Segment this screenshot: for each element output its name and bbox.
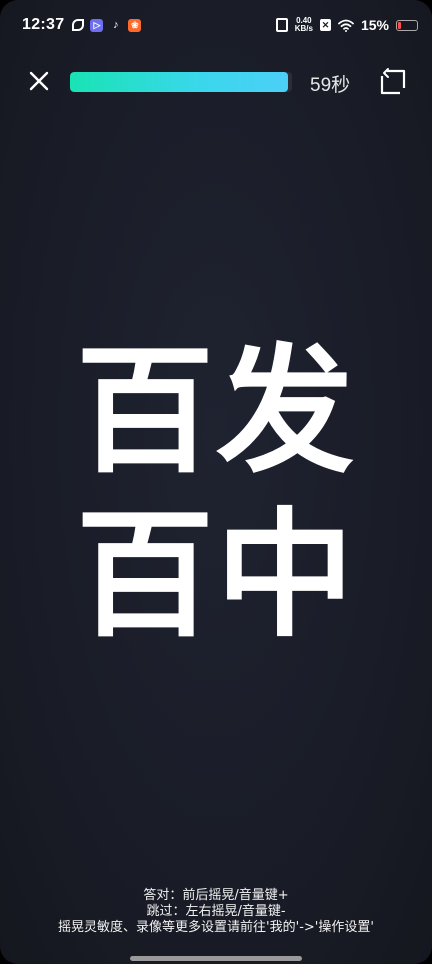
status-time: 12:37	[22, 16, 65, 33]
notification-icons: ▷ ♪ ❀	[72, 18, 142, 32]
hint-correct: 答对：前后摇晃/音量键+	[143, 888, 289, 903]
home-indicator[interactable]	[130, 956, 302, 961]
countdown-timer: 59秒	[310, 75, 351, 96]
hint-skip: 跳过：左右摇晃/音量键-	[146, 904, 286, 919]
time-progress-fill	[70, 72, 288, 92]
time-progress-bar	[70, 72, 292, 92]
guess-word-line-1: 百发	[75, 331, 356, 492]
status-bar: 12:37 ▷ ♪ ❀ 0.40 KB/s ✕ 15%	[0, 0, 432, 50]
play-icon: ▷	[90, 18, 104, 32]
game-screen: 12:37 ▷ ♪ ❀ 0.40 KB/s ✕ 15% 59秒 百发 百中 答对…	[0, 0, 432, 964]
battery-level	[398, 21, 401, 29]
guess-word: 百发 百中	[0, 330, 432, 658]
control-hints: 答对：前后摇晃/音量键+ 跳过：左右摇晃/音量键- 摇晃灵敏度、录像等更多设置请…	[0, 888, 432, 936]
wifi-icon	[338, 19, 354, 32]
network-speed-unit: KB/s	[294, 24, 313, 33]
battery-icon	[396, 19, 418, 31]
red-app-icon: ❀	[128, 18, 142, 32]
rotate-icon	[380, 68, 406, 95]
tiktok-icon: ♪	[113, 19, 119, 31]
vibrate-icon	[275, 18, 288, 32]
rotate-screen-button[interactable]	[378, 67, 408, 97]
battery-percent: 15%	[360, 17, 389, 33]
network-speed: 0.40 KB/s	[295, 17, 313, 33]
close-icon	[29, 71, 49, 91]
close-button[interactable]	[26, 68, 52, 94]
leaf-icon	[72, 19, 85, 31]
guess-word-line-2: 百中	[75, 495, 356, 656]
hint-settings: 摇晃灵敏度、录像等更多设置请前往'我的'->'操作设置'	[58, 920, 374, 935]
status-right: 0.40 KB/s ✕ 15%	[275, 17, 418, 33]
sim-icon: ✕	[319, 19, 331, 31]
